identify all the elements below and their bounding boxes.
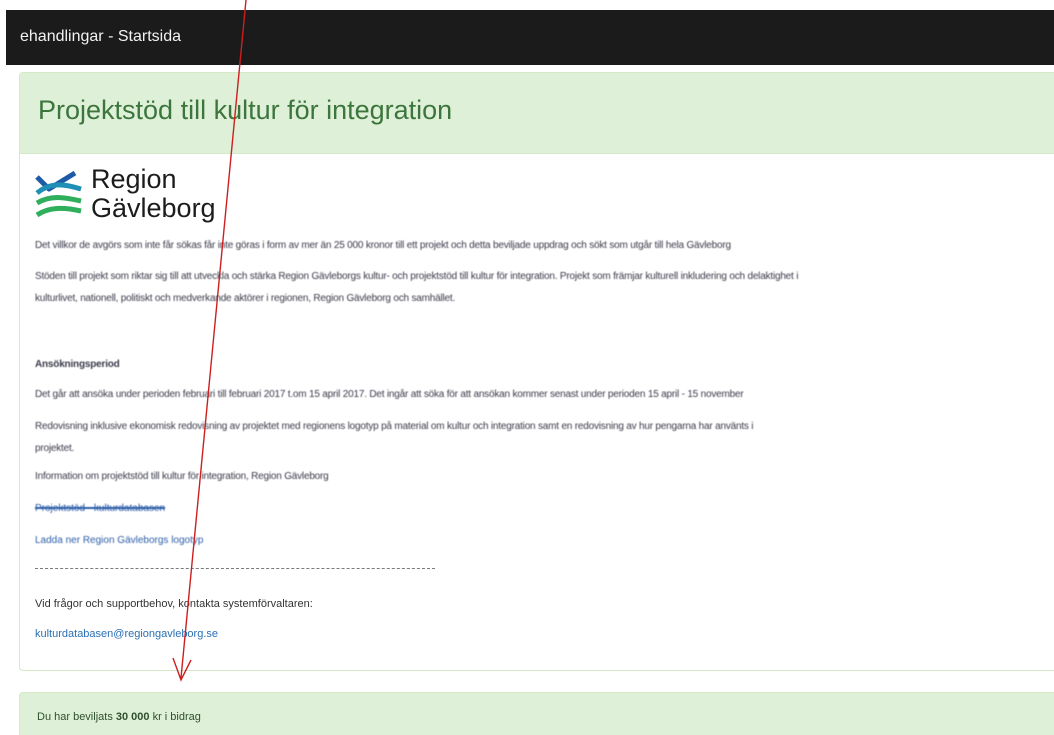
info-paragraph-2-line-2: kulturlivet, nationell, politiskt och me… (35, 293, 456, 304)
top-navbar: ehandlingar - Startsida (6, 10, 1054, 65)
grant-alert-suffix: kr i bidrag (149, 711, 201, 723)
info-paragraph-4-line-1: Redovisning inklusive ekonomisk redovisn… (35, 421, 754, 432)
projektstod-link[interactable]: Projektstöd - kulturdatabasen (35, 503, 165, 514)
application-period-heading: Ansökningsperiod (35, 359, 120, 370)
download-logo-link[interactable]: Ladda ner Region Gävleborgs logotyp (35, 535, 203, 546)
info-paragraph-2-line-1: Stöden till projekt som riktar sig till … (35, 271, 799, 282)
info-paragraph-5: Information om projektstöd till kultur f… (35, 471, 329, 482)
page-title: Projektstöd till kultur för integration (38, 95, 453, 125)
grant-amount: 30 000 (115, 711, 150, 723)
support-text: Vid frågor och supportbehov, kontakta sy… (35, 598, 313, 610)
support-email-link[interactable]: kulturdatabasen@regiongavleborg.se (35, 628, 218, 640)
region-gavleborg-logo: Region Gävleborg (35, 165, 265, 225)
dashed-divider (35, 568, 435, 569)
info-paragraph-4-line-2: projektet. (35, 443, 75, 454)
logo-line-region: Region (91, 164, 177, 194)
logo-wordmark: Region Gävleborg (91, 165, 216, 223)
region-gavleborg-logo-mark-icon (35, 170, 82, 217)
info-paragraph-3: Det går att ansöka under perioden februa… (35, 389, 744, 400)
navbar-brand-link[interactable]: ehandlingar - Startsida (20, 28, 181, 46)
grant-alert-text: Du har beviljats 30 000 kr i bidrag (37, 711, 201, 723)
grant-alert: Du har beviljats 30 000 kr i bidrag (19, 692, 1054, 735)
logo-line-gavleborg: Gävleborg (91, 193, 216, 223)
main-panel: Projektstöd till kultur för integration … (19, 72, 1054, 671)
info-paragraph-1: Det villkor de avgörs som inte får sökas… (35, 240, 731, 251)
panel-heading: Projektstöd till kultur för integration (20, 73, 1054, 154)
grant-alert-prefix: Du har beviljats (37, 711, 116, 723)
